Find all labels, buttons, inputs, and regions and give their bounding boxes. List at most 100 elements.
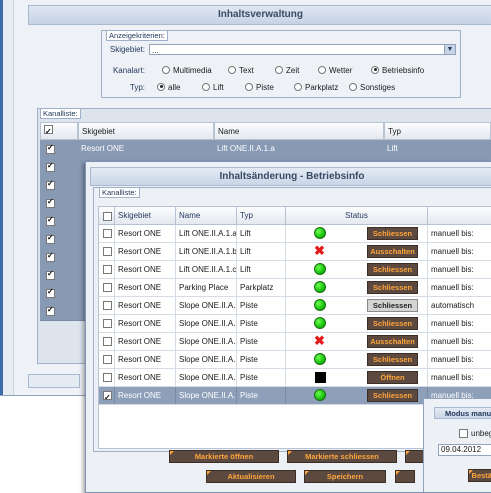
select-all-checkbox[interactable] [44,123,53,141]
table-row[interactable]: Resort ONE Lift ONE.II.A.1.c Lift Schliesse… [99,261,491,279]
row-skigebiet: Resort ONE [115,279,176,296]
row-typ: Lift [237,243,286,260]
radio-lift[interactable]: Lift [202,81,224,95]
table-row[interactable]: Resort ONE Lift ONE.II.A.1.a Lift Schliesse… [99,225,491,243]
radio-betriebsinfo[interactable]: Betriebsinfo [371,64,424,78]
radio-text[interactable]: Text [228,64,254,78]
status-green-icon [314,227,326,239]
row-action-button[interactable]: Schliessen [367,263,418,276]
col-header-skigebiet[interactable]: Skigebiet [78,122,214,140]
unbegrenzt-checkbox[interactable]: unbeg [459,429,491,439]
date-input[interactable]: 09.04.2012 [438,444,491,456]
status-green-icon [314,353,326,365]
col-header-name[interactable]: Name [214,122,384,140]
background-footer-field [28,374,80,388]
row-status-cell: Schliessen [286,225,428,242]
row-checkbox[interactable] [103,229,112,238]
row-checkbox[interactable] [46,179,55,190]
row-checkbox[interactable] [103,319,112,328]
row-action-button[interactable]: Schliessen [367,299,418,312]
row-action-button[interactable]: Ausschalten [367,245,418,258]
row-checkbox[interactable] [46,233,55,244]
row-skigebiet: Resort ONE [115,351,176,368]
row-checkbox-cell [99,279,115,296]
radio-icon [228,65,236,74]
table-row[interactable]: Resort ONE Lift ONE.II.A.1.b Lift ✖ Ausschal… [99,243,491,261]
row-action-button[interactable]: Schliessen [367,389,418,402]
row-checkbox[interactable] [103,373,112,382]
row-action-button[interactable]: Schliessen [367,227,418,240]
skigebiet-label: Skigebiet: [109,45,145,54]
row-checkbox[interactable] [103,247,112,256]
row-name: Lift ONE.II.A.1.a [217,144,275,153]
row-typ: Piste [237,333,286,350]
table-row[interactable]: Resort ONE Parking Place Parkplatz Schliess… [99,279,491,297]
table-row[interactable]: Resort ONE Lift ONE.II.A.1.a Lift [40,140,491,159]
row-checkbox[interactable] [103,283,112,292]
col-header-status[interactable]: Status [286,207,428,225]
row-checkbox[interactable] [46,215,55,226]
row-checkbox[interactable] [103,301,112,310]
kanalart-row: Kanalart: Multimedia Text Zeit Wetter Be… [105,64,457,78]
chevron-down-icon[interactable]: ▼ [444,45,455,54]
row-action-button[interactable]: Schliessen [367,281,418,294]
extra-button-2[interactable] [395,470,415,483]
row-checkbox[interactable] [46,197,55,208]
radio-alle[interactable]: alle [157,81,180,95]
radio-icon [318,65,326,74]
row-checkbox[interactable] [103,265,112,274]
col-header-name[interactable]: Name [176,207,237,225]
status-green-icon [314,281,326,293]
row-action-button[interactable]: Schliessen [367,317,418,330]
row-typ: Lift [237,225,286,242]
select-all-checkbox[interactable] [103,212,112,221]
skigebiet-select[interactable]: ... ▼ [149,44,456,55]
row-typ: Piste [237,387,286,404]
row-checkbox[interactable] [46,269,55,280]
row-action-button[interactable]: Schliessen [367,353,418,366]
checkbox-icon [459,429,468,439]
radio-zeit[interactable]: Zeit [275,64,299,78]
row-action-button[interactable]: Öffnen [367,371,418,384]
kanalart-label: Kanalart: [112,66,145,75]
close-marked-button[interactable]: Markierte schliessen [287,450,397,463]
confirm-button[interactable]: Bestät [468,469,491,482]
row-status-cell: Schliessen [286,387,428,404]
row-checkbox[interactable] [46,143,55,154]
row-checkbox[interactable] [103,337,112,346]
col-header-skigebiet[interactable]: Skigebiet [115,207,176,225]
radio-wetter[interactable]: Wetter [318,64,352,78]
radio-icon [294,82,302,91]
table-row[interactable]: Resort ONE Slope ONE.II.A... Piste ✖ Ausscha… [99,333,491,351]
col-header-mode [428,207,491,225]
save-button[interactable]: Speichern [304,470,386,483]
row-typ: Lift [237,261,286,278]
table-row[interactable]: Resort ONESlope ONE.II.A...Piste Schliess… [99,297,491,315]
radio-parkplatz[interactable]: Parkplatz [294,81,338,95]
row-checkbox[interactable] [103,389,112,404]
criteria-legend: Anzeigekriterien: [106,30,168,41]
radio-multimedia[interactable]: Multimedia [162,64,212,78]
row-skigebiet: Resort ONE [115,261,176,278]
row-checkbox[interactable] [103,355,112,364]
table-row[interactable]: Resort ONESlope ONE.II.A...Piste Schliess… [99,351,491,369]
row-mode: manuell bis: [428,243,491,260]
row-checkbox[interactable] [46,251,55,262]
col-header-typ[interactable]: Typ [237,207,286,225]
radio-piste[interactable]: Piste [245,81,274,95]
row-checkbox[interactable] [46,287,55,298]
row-checkbox[interactable] [46,305,55,316]
radio-sonstiges[interactable]: Sonstiges [349,81,395,95]
refresh-button[interactable]: Aktualisieren [206,470,296,483]
table-row[interactable]: Resort ONESlope ONE.II.A...Piste Schliess… [99,315,491,333]
open-marked-button[interactable]: Markierte öffnen [169,450,279,463]
col-header-typ[interactable]: Typ [384,122,491,140]
page-title: Inhaltsverwaltung [28,5,491,25]
extra-button[interactable] [405,450,425,463]
radio-icon [275,65,283,74]
row-name: Slope ONE.II.A... [176,297,237,314]
row-checkbox[interactable] [46,161,55,172]
row-status-cell: Schliessen [286,279,428,296]
table-row[interactable]: Resort ONE Slope ONE.II.A... Piste Öffnen ma… [99,369,491,387]
row-action-button[interactable]: Ausschalten [367,335,418,348]
